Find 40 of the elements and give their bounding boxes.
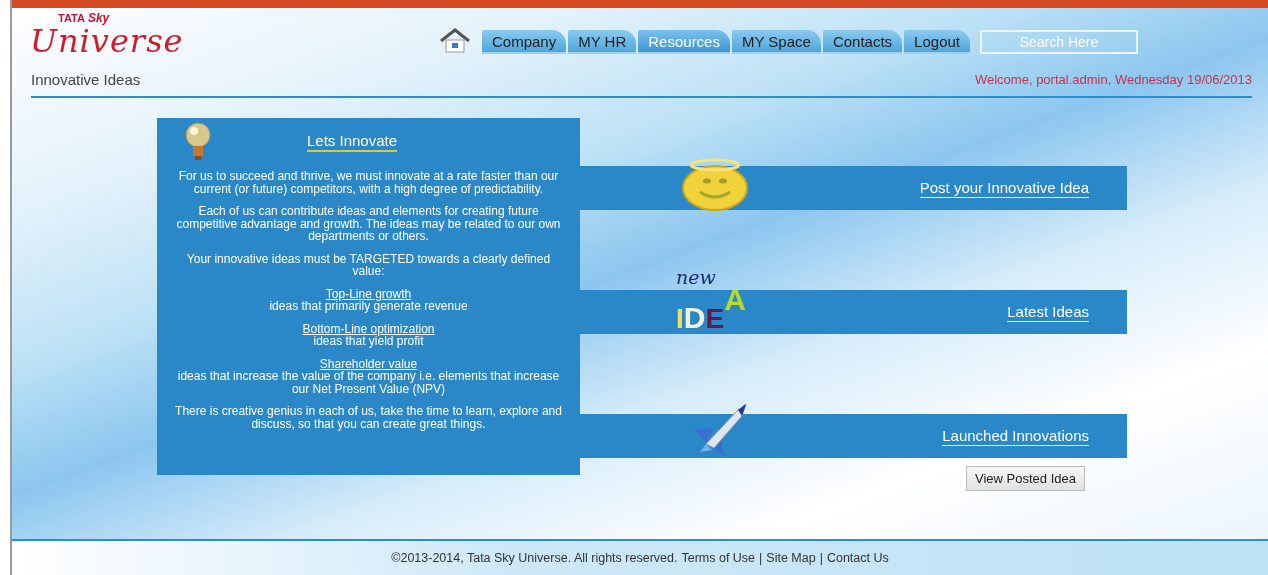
nav-tab[interactable]: MY Space [731, 30, 821, 54]
topic-description: ideas that yield profit [313, 335, 424, 348]
section-link[interactable]: Post your Innovative Idea [919, 178, 1089, 198]
search-field[interactable]: Search Here [980, 30, 1138, 54]
panel-paragraph: There is creative genius in each of us, take the time to learn, explore and discuss, so that you can create great things. [174, 405, 563, 430]
footer-link[interactable]: Contact Us [826, 551, 889, 565]
logo-brand-text: TATA [58, 12, 85, 24]
logo-letter: E [705, 305, 725, 333]
separator-text: | [819, 551, 823, 565]
copyright-text: ©2013-2014, Tata Sky Universe. All rights reserved. [391, 551, 678, 565]
section-link[interactable]: Launched Innovations [942, 426, 1089, 446]
panel-paragraph: Your innovative ideas must be TARGETED towards a clearly defined value: [185, 252, 552, 278]
view-posted-idea-button[interactable]: View Posted Idea [966, 466, 1085, 491]
nav-tab[interactable]: Contacts [822, 30, 903, 54]
smiley-face-icon [680, 158, 750, 212]
logo-word: new [676, 268, 716, 287]
panel-title: Lets Innovate [307, 132, 398, 152]
home-icon[interactable] [438, 28, 472, 54]
logo-letter: I [676, 305, 684, 333]
topic-link[interactable]: Bottom-Line optimization [302, 322, 435, 335]
panel-paragraph: For us to succeed and thrive, we must innovate at a rate faster than our current (or future) competitors, with a high degree of predictability. [177, 170, 560, 195]
logo-name-text: Universe [30, 24, 185, 58]
logo-sub-text: Sky [87, 12, 110, 24]
topic-link[interactable]: Top-Line growth [325, 287, 412, 300]
nav-tab[interactable]: Company [482, 30, 567, 54]
topic-link[interactable]: Shareholder value [319, 357, 418, 370]
separator-text: | [759, 551, 763, 565]
panel-paragraph: Each of us can contribute ideas and elements for creating future competitive advantage and growth. The ideas may be related to our own departments or others. [175, 205, 562, 243]
topic-description: ideas that primarily generate revenue [269, 300, 468, 313]
footer-link[interactable]: Terms of Use [681, 551, 756, 565]
logo-letter: A [724, 285, 746, 315]
page-title: Innovative Ideas [31, 70, 141, 88]
nav-tab[interactable]: MY HR [568, 30, 637, 54]
footer-link[interactable]: Site Map [766, 551, 816, 565]
nav-tab[interactable]: Logout [904, 30, 970, 54]
light-bulb-icon [185, 122, 211, 162]
topic-description: ideas that increase the value of the company i.e. elements that increase our Net Present Value (NPV) [176, 370, 561, 395]
welcome-text: Welcome, portal.admin, Wednesday 19/06/2013 [974, 71, 1252, 87]
logo-letter: D [683, 303, 706, 333]
section-link[interactable]: Latest Ideas [1007, 302, 1089, 322]
